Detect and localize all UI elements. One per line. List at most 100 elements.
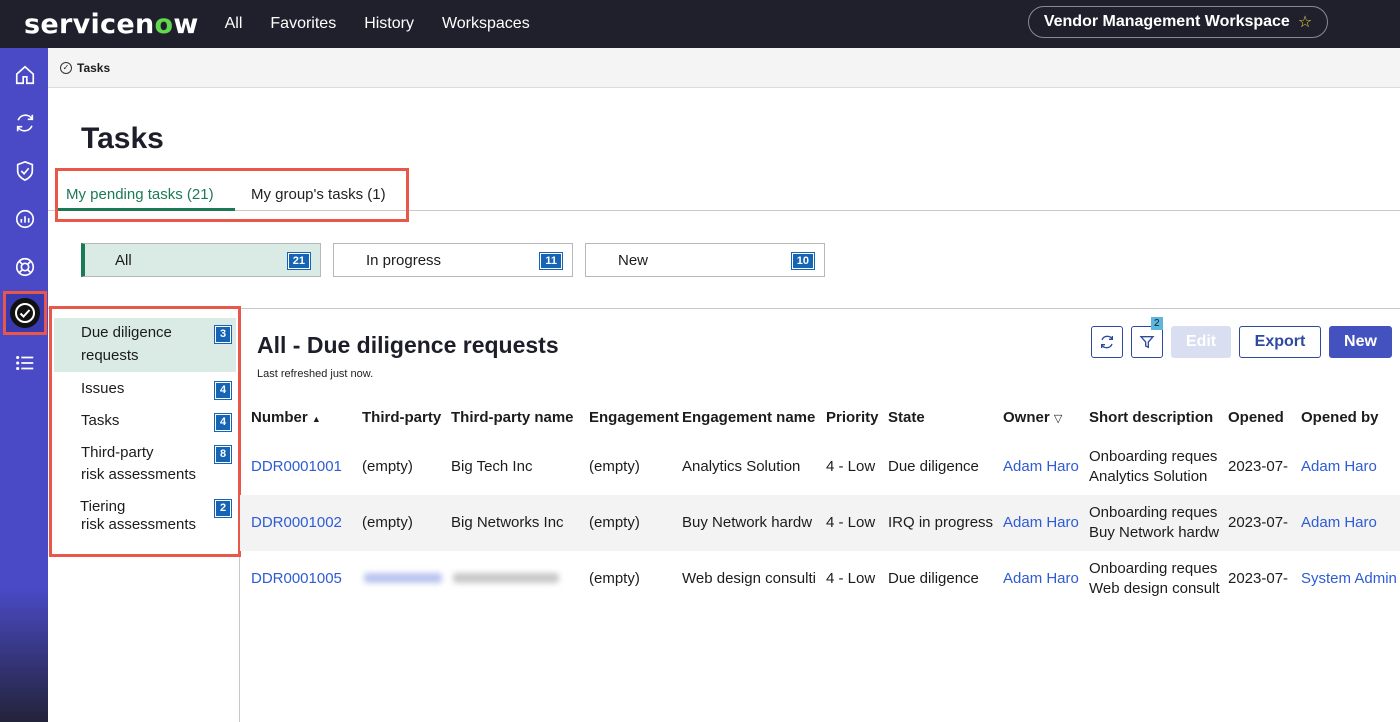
- third-party-cell-redacted: [364, 573, 442, 583]
- opened-cell: 2023-07-: [1228, 458, 1289, 475]
- count-badge: 10: [790, 252, 816, 270]
- state-cell: Due diligence: [888, 570, 979, 587]
- column-header-third-party[interactable]: Third-party: [362, 409, 441, 426]
- short-description-line2: Buy Network hardw: [1089, 524, 1220, 541]
- nav-favorites[interactable]: Favorites: [270, 15, 336, 33]
- owner-link[interactable]: Adam Haro: [1003, 570, 1085, 587]
- filter-icon: ▽: [1053, 413, 1063, 425]
- column-header-owner[interactable]: Owner ▽: [1003, 409, 1062, 426]
- opened-cell: 2023-07-: [1228, 514, 1289, 531]
- top-nav: All Favorites History Workspaces: [225, 15, 558, 33]
- left-rail: [0, 48, 48, 722]
- rail-active-highlight: [3, 291, 47, 335]
- record-number-link[interactable]: DDR0001001: [251, 458, 342, 475]
- column-header-state[interactable]: State: [888, 409, 925, 426]
- third-party-name-cell: Big Networks Inc: [451, 514, 564, 531]
- filter-icon: [1139, 336, 1155, 349]
- breadcrumb: ✓ Tasks: [48, 48, 1400, 88]
- filter-chip-in-progress[interactable]: In progress 11: [333, 243, 573, 277]
- short-description-line1: Onboarding reques: [1089, 560, 1218, 577]
- nav-workspaces[interactable]: Workspaces: [442, 15, 530, 33]
- filter-chip-label: In progress: [366, 252, 442, 269]
- column-header-engagement-name[interactable]: Engagement name: [682, 409, 815, 426]
- nav-all[interactable]: All: [225, 15, 243, 33]
- engagement-name-cell: Buy Network hardw: [682, 514, 813, 531]
- short-description-line1: Onboarding reques: [1089, 504, 1218, 521]
- column-header-number[interactable]: Number ▲: [251, 409, 321, 426]
- refresh-icon: [1101, 335, 1113, 349]
- column-header-short-description[interactable]: Short description: [1089, 409, 1213, 426]
- third-party-name-cell: Big Tech Inc: [451, 458, 533, 475]
- section-divider: [48, 308, 1400, 309]
- refresh-list-button[interactable]: [1091, 326, 1123, 358]
- column-label: Owner: [1003, 409, 1050, 426]
- check-circle-small-icon: ✓: [60, 61, 72, 74]
- count-badge: 21: [286, 252, 312, 270]
- column-header-priority[interactable]: Priority: [826, 409, 879, 426]
- record-number-link[interactable]: DDR0001005: [251, 570, 342, 587]
- engagement-cell: (empty): [589, 458, 640, 475]
- logo-accent-letter: o: [154, 8, 174, 40]
- third-party-name-cell-redacted: [453, 573, 559, 583]
- edit-button[interactable]: Edit: [1171, 326, 1231, 358]
- opened-by-link[interactable]: Adam Haro: [1301, 514, 1400, 531]
- owner-link[interactable]: Adam Haro: [1003, 458, 1085, 475]
- new-button[interactable]: New: [1329, 326, 1392, 358]
- third-party-cell: (empty): [362, 458, 413, 475]
- nav-history[interactable]: History: [364, 15, 414, 33]
- priority-cell: 4 - Low: [826, 458, 876, 475]
- refresh-icon[interactable]: [12, 110, 38, 136]
- short-description-cell: Onboarding reques Buy Network hardw: [1089, 503, 1223, 543]
- record-number-link[interactable]: DDR0001002: [251, 514, 342, 531]
- count-badge: 11: [539, 252, 563, 270]
- opened-cell: 2023-07-: [1228, 570, 1289, 587]
- last-refreshed-text: Last refreshed just now.: [257, 368, 374, 380]
- engagement-name-cell: Web design consulti: [682, 570, 816, 587]
- filter-button[interactable]: [1131, 326, 1163, 358]
- filter-chip-all[interactable]: All 21: [81, 243, 321, 277]
- state-cell: IRQ in progress: [888, 514, 994, 531]
- opened-by-link[interactable]: System Admin: [1301, 570, 1400, 587]
- engagement-name-cell: Analytics Solution: [682, 458, 801, 475]
- breadcrumb-tasks[interactable]: Tasks: [77, 61, 110, 75]
- filter-chip-new[interactable]: New 10: [585, 243, 825, 277]
- short-description-cell: Onboarding reques Analytics Solution: [1089, 447, 1223, 487]
- short-description-line1: Onboarding reques: [1089, 448, 1218, 465]
- shield-check-icon[interactable]: [12, 158, 38, 184]
- priority-cell: 4 - Low: [826, 514, 876, 531]
- state-cell: Due diligence: [888, 458, 979, 475]
- column-header-third-party-name[interactable]: Third-party name: [451, 409, 574, 426]
- short-description-cell: Onboarding reques Web design consult: [1089, 559, 1223, 599]
- engagement-cell: (empty): [589, 570, 640, 587]
- home-icon[interactable]: [12, 62, 38, 88]
- star-outline-icon[interactable]: ☆: [1298, 12, 1312, 32]
- support-icon[interactable]: [12, 254, 38, 280]
- short-description-line2: Web design consult: [1089, 580, 1220, 597]
- list-title: All - Due diligence requests: [257, 332, 559, 358]
- check-circle-icon[interactable]: [10, 298, 40, 328]
- filter-count-badge: 2: [1151, 317, 1163, 330]
- column-header-opened[interactable]: Opened: [1228, 409, 1284, 426]
- filter-chip-label: New: [618, 252, 649, 269]
- workspace-button[interactable]: Vendor Management Workspace ☆: [1028, 6, 1328, 38]
- workspace-label: Vendor Management Workspace: [1043, 13, 1290, 30]
- engagement-cell: (empty): [589, 514, 640, 531]
- export-button[interactable]: Export: [1239, 326, 1321, 358]
- third-party-cell: (empty): [362, 514, 413, 531]
- sort-ascending-icon: ▲: [311, 414, 321, 424]
- column-header-opened-by[interactable]: Opened by: [1301, 409, 1379, 426]
- side-list-highlight-box: [49, 306, 241, 557]
- tabs-highlight-box: [55, 168, 409, 222]
- servicenow-logo[interactable]: servicenow: [24, 9, 199, 40]
- column-header-engagement[interactable]: Engagement: [589, 409, 679, 426]
- owner-link[interactable]: Adam Haro: [1003, 514, 1085, 531]
- filter-chip-label: All: [115, 252, 132, 269]
- priority-cell: 4 - Low: [826, 570, 876, 587]
- short-description-line2: Analytics Solution: [1089, 468, 1208, 485]
- top-navigation-bar: servicenow All Favorites History Workspa…: [0, 0, 1400, 48]
- analytics-icon[interactable]: [12, 206, 38, 232]
- page-title: Tasks: [81, 122, 164, 155]
- column-label: Number: [251, 409, 308, 426]
- list-icon[interactable]: [12, 350, 38, 376]
- opened-by-link[interactable]: Adam Haro: [1301, 458, 1400, 475]
